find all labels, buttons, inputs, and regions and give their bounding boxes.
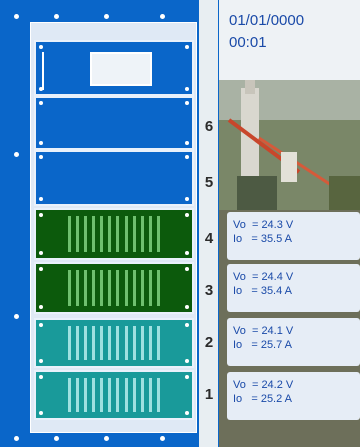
current-value: Io = 35.5 A [233,233,293,245]
cooling-fins [68,270,160,306]
reading-slot-1: Vo = 24.2 V Io = 25.2 A [227,372,360,420]
cooling-fins [68,216,160,252]
cooling-fins [68,378,160,412]
reading-slot-4: Vo = 24.3 V Io = 35.5 A [227,212,360,260]
rivet [14,152,19,157]
cooling-fins [68,326,160,360]
controller-module[interactable] [34,40,194,96]
rivet [160,14,165,19]
rivet [54,436,59,441]
rivet [14,314,19,319]
rivet [104,436,109,441]
reading-slot-3: Vo = 24.4 V Io = 35.4 A [227,264,360,312]
current-value: Io = 25.7 A [233,339,293,351]
controller-handle [42,52,44,90]
rivet [104,14,109,19]
slot-label-4: 4 [204,230,214,247]
slot-label-1: 1 [204,386,214,403]
voltage-value: Vo = 24.1 V [233,325,294,337]
rivet [14,436,19,441]
date-display: 01/01/0000 [229,12,305,29]
current-value: Io = 25.2 A [233,393,293,405]
voltage-value: Vo = 24.4 V [233,271,294,283]
rivet [160,436,165,441]
voltage-value: Vo = 24.2 V [233,379,294,391]
slot-label-2: 2 [204,334,214,351]
slot-6-empty[interactable] [34,96,194,150]
slot-label-5: 5 [204,174,214,191]
slot-number-strip: 6 5 4 3 2 1 [199,0,218,447]
controller-display-window [90,52,152,86]
reading-slot-2: Vo = 24.1 V Io = 25.7 A [227,318,360,366]
status-panel: 01/01/0000 00:01 Vo = 24.3 V Io = 35.5 A… [219,0,360,447]
rectifier-module-3[interactable] [34,262,194,314]
voltage-value: Vo = 24.3 V [233,219,294,231]
rectifier-module-2[interactable] [34,318,194,368]
rectifier-module-4[interactable] [34,208,194,260]
datetime-header: 01/01/0000 00:01 [219,0,360,80]
offshore-platform-photo [219,80,360,210]
slot-5-empty[interactable] [34,150,194,206]
time-display: 00:01 [229,34,267,51]
rivet [14,14,19,19]
slot-label-6: 6 [204,118,214,135]
rectifier-cabinet [0,0,220,447]
slot-label-3: 3 [204,282,214,299]
current-value: Io = 35.4 A [233,285,293,297]
rivet [54,14,59,19]
rectifier-module-1[interactable] [34,370,194,420]
